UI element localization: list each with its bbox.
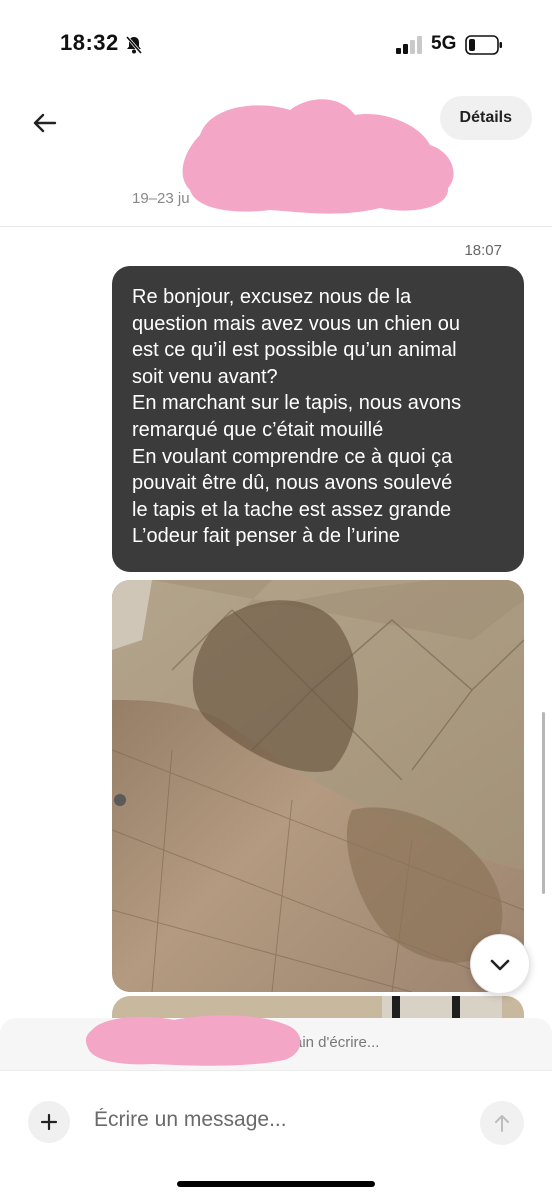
message-input[interactable] <box>92 1107 466 1133</box>
bell-slash-icon <box>125 36 143 54</box>
redaction-mark <box>182 99 454 214</box>
chevron-down-icon <box>490 959 510 971</box>
details-button[interactable]: Détails <box>439 96 532 140</box>
conversation-header: 19–23 ju Détails <box>0 80 552 227</box>
message-timestamp: 18:07 <box>464 242 502 259</box>
scroll-down-button[interactable] <box>470 934 530 994</box>
battery-icon <box>465 35 502 55</box>
carpet-stain-photo <box>112 580 524 992</box>
arrow-up-icon <box>495 1115 509 1132</box>
typing-text: ain d'écrire... <box>294 1034 380 1051</box>
status-bar: 18:32 5G <box>0 0 552 80</box>
arrow-left-icon[interactable] <box>28 106 62 140</box>
send-button[interactable] <box>480 1101 524 1145</box>
message-bubble: Re bonjour, excusez nous de la question … <box>112 266 524 572</box>
redaction-mark <box>85 1015 301 1066</box>
scrollbar[interactable] <box>542 712 545 894</box>
network-type: 5G <box>431 33 457 54</box>
status-time: 18:32 <box>60 30 119 55</box>
signal-icon <box>396 36 422 54</box>
home-indicator <box>177 1181 375 1187</box>
photo-attachment[interactable] <box>112 580 524 992</box>
plus-icon <box>40 1113 58 1131</box>
add-attachment-button[interactable] <box>28 1101 70 1143</box>
